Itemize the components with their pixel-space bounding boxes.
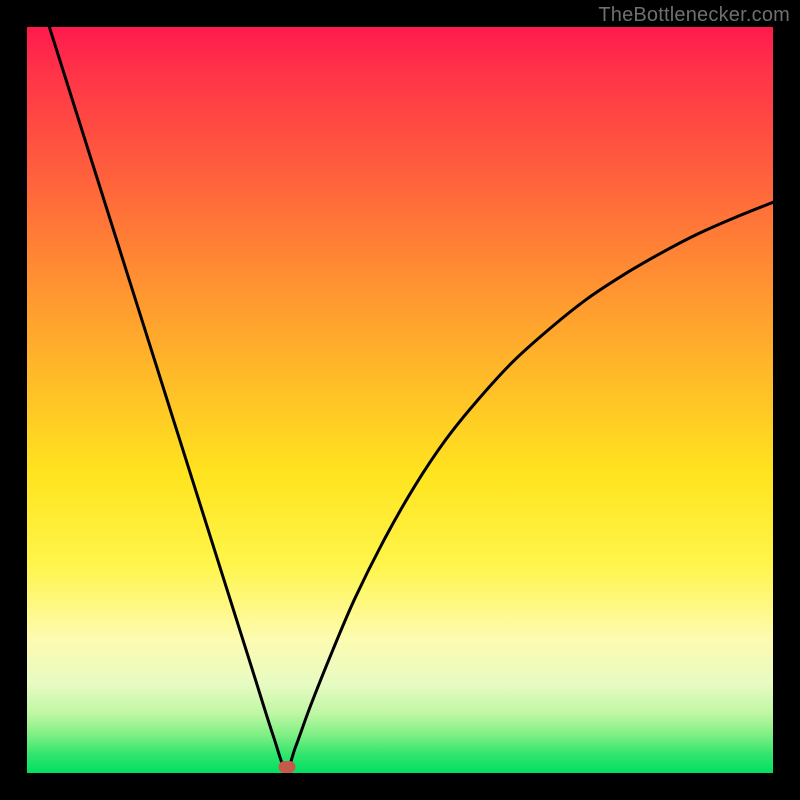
curve-svg <box>27 27 773 773</box>
optimal-point-marker <box>279 761 296 773</box>
attribution-text: TheBottlenecker.com <box>598 4 790 27</box>
bottleneck-curve <box>49 27 773 769</box>
chart-frame: TheBottlenecker.com <box>0 0 800 800</box>
plot-area <box>27 27 773 773</box>
